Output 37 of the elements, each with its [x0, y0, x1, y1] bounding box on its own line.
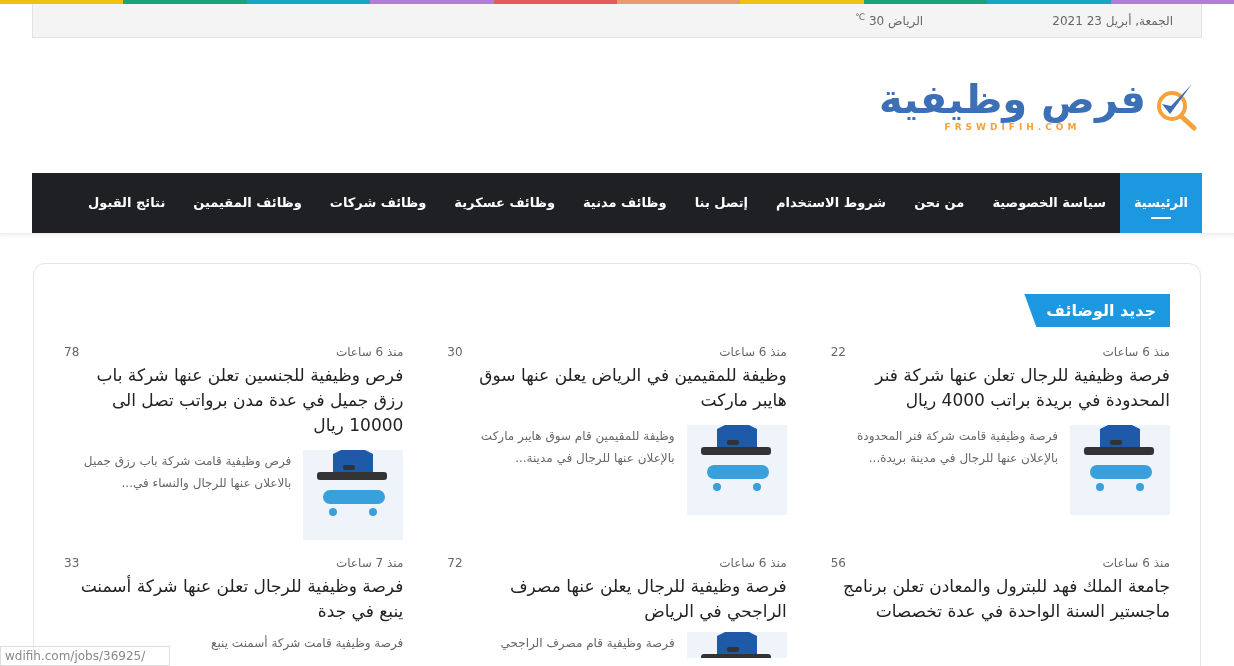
post-title[interactable]: فرص وظيفية للجنسين تعلن عنها شركة باب رزق جميل في عدة مدن برواتب تصل الى 10000 ريال — [64, 363, 404, 438]
post-excerpt: وظيفة للمقيمين قام سوق هايبر ماركت بالإعلان عنها للرجال في مدينة... — [479, 428, 675, 467]
view-count: 30 — [447, 344, 463, 359]
nav-item[interactable]: وظائف مدنية — [568, 173, 681, 233]
weather-text: الرياض 30 $^{℃}$ — [855, 11, 924, 30]
nav-item[interactable]: سياسة الخصوصية — [978, 173, 1120, 233]
nav-item[interactable]: نتائج القبول — [74, 173, 180, 233]
post-excerpt: فرصة وظيفية قامت شركة فنر المحدودة بالإعلان عنها للرجال في مدينة بريدة... — [856, 428, 1058, 467]
nav-item[interactable]: إتصل بنا — [680, 173, 763, 233]
post-title[interactable]: فرصة وظيفية للرجال يعلن عنها مصرف الراجحي في الرياض — [447, 574, 787, 624]
nav-item[interactable]: من نحن — [900, 173, 979, 233]
logo-text: فرص وظيفية — [878, 76, 1146, 121]
nav-item[interactable]: وظائف شركات — [315, 173, 441, 233]
post-excerpt: فرصة وظيفية قامت شركة أسمنت ينبع — [210, 634, 404, 653]
post-time: منذ 6 ساعات — [335, 344, 404, 359]
nav-item[interactable]: شروط الاستخدام — [762, 173, 901, 233]
post-time: منذ 6 ساعات — [719, 555, 787, 570]
post-excerpt: فرصة وظيفية قام مصرف الراجحي — [499, 635, 675, 652]
post-title[interactable]: جامعة الملك فهد للبترول والمعادن تعلن برنامج ماجستير السنة الواحدة في عدة تخصصات — [830, 574, 1170, 624]
view-count: 22 — [830, 344, 846, 359]
post-time: منذ 7 ساعات — [335, 555, 404, 570]
post-title[interactable]: وظيفة للمقيمين في الرياض يعلن عنها سوق هايبر ماركت — [447, 363, 787, 413]
post-title[interactable]: فرصة وظيفية للرجال تعلن عنها شركة فنر المحدودة في بريدة براتب 4000 ريال — [830, 363, 1170, 413]
date-text: الجمعة, أبريل 23 2021 — [1052, 12, 1173, 30]
view-count: 78 — [64, 344, 80, 359]
nav-item[interactable]: وظائف المقيمين — [179, 173, 316, 233]
post-time: منذ 6 ساعات — [1102, 344, 1170, 359]
view-count: 56 — [830, 555, 846, 570]
view-count: 33 — [64, 555, 80, 570]
post-excerpt: فرص وظيفية قامت شركة باب رزق جميل بالاعلان عنها للرجال والنساء في... — [82, 453, 292, 493]
post-time: منذ 6 ساعات — [719, 344, 787, 359]
status-url: wdifih.com/jobs/36925/ — [0, 646, 170, 666]
view-count: 72 — [447, 555, 463, 570]
nav-item[interactable]: وظائف عسكرية — [440, 173, 569, 233]
post-title[interactable]: فرصة وظيفية للرجال تعلن عنها شركة أسمنت ينبع في جدة — [64, 574, 404, 624]
section-title: جديد الوضائف — [1024, 294, 1170, 327]
post-time: منذ 6 ساعات — [1102, 555, 1170, 570]
